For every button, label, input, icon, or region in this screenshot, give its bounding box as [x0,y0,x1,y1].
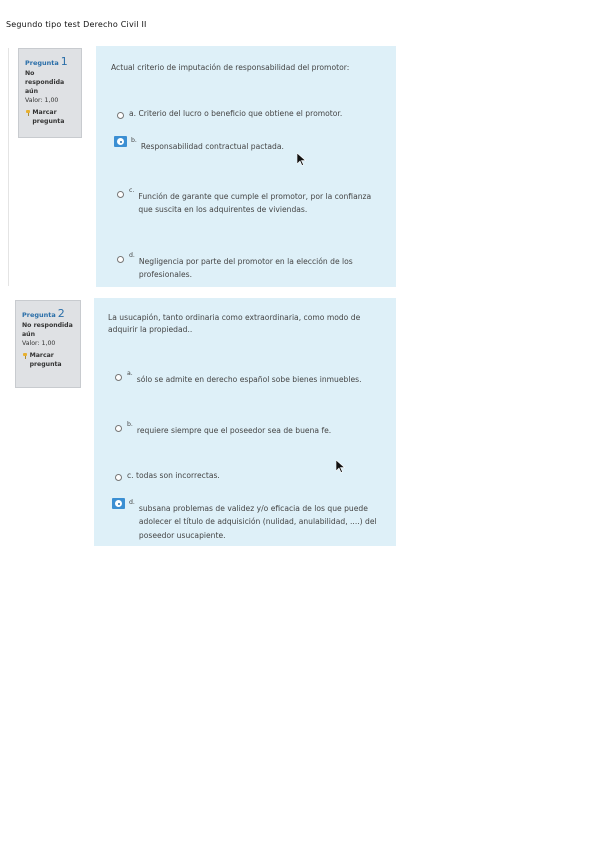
option-d[interactable]: d. subsana problemas de validez y/o efic… [112,498,394,542]
option-c[interactable]: c. todas son incorrectas. [114,469,394,482]
document-title: Segundo tipo test Derecho Civil II [6,20,147,29]
question-number: 1 [60,55,68,68]
question-text: Actual criterio de imputación de respons… [111,63,350,72]
question-state: No respondida aún [25,69,65,95]
question-text: La usucapión, tanto ordinaria como extra… [108,313,361,334]
option-b[interactable]: b. Responsabilidad contractual pactada. [114,136,384,153]
flag-question-label: Marcar pregunta [32,108,65,125]
radio-button[interactable] [116,107,125,120]
question-state: No respondida aún [22,321,73,338]
option-a[interactable]: a. sólo se admite en derecho español sob… [114,369,394,386]
radio-button[interactable] [114,420,123,433]
option-text: Criterio del lucro o beneficio que obtie… [138,109,343,118]
flag-icon [25,109,31,116]
option-letter: a. [129,109,137,118]
option-letter: b. [127,421,133,428]
radio-button[interactable] [114,369,123,382]
option-letter: c. [127,471,134,480]
option-text: Negligencia por parte del promotor en la… [138,257,353,280]
radio-button-selected[interactable] [114,136,127,147]
question-info-1: Pregunta 1 No respondida aún Valor: 1,00 … [18,48,82,138]
divider [8,48,9,286]
flag-question-button[interactable]: Marcar pregunta [25,109,75,127]
question-info-2: Pregunta 2 No respondida aún Valor: 1,00 … [15,300,81,388]
question-value: Valor: 1,00 [22,339,56,347]
option-text: Función de garante que cumple el promoto… [138,192,372,215]
option-text: requiere siempre que el poseedor sea de … [136,426,332,435]
option-text: sólo se admite en derecho español sobe b… [136,375,362,384]
question-number: 2 [57,307,65,320]
option-text: subsana problemas de validez y/o eficaci… [138,504,377,540]
option-letter: a. [127,370,133,377]
option-a[interactable]: a. Criterio del lucro o beneficio que ob… [116,107,386,120]
radio-button[interactable] [116,186,125,199]
option-letter: d. [129,499,135,506]
question-panel-1: Actual criterio de imputación de respons… [96,46,396,287]
flag-icon [22,352,27,359]
question-label: Pregunta [22,311,56,319]
question-value: Valor: 1,00 [25,96,59,104]
option-text: todas son incorrectas. [136,471,220,480]
option-letter: c. [129,187,135,194]
option-text: Responsabilidad contractual pactada. [140,142,284,151]
question-label: Pregunta [25,59,59,67]
radio-button[interactable] [114,469,123,482]
question-panel-2: La usucapión, tanto ordinaria como extra… [94,298,396,546]
radio-button-selected[interactable] [112,498,125,509]
option-c[interactable]: c. Función de garante que cumple el prom… [116,186,376,217]
flag-question-label: Marcar pregunta [29,351,62,368]
option-d[interactable]: d. Negligencia por parte del promotor en… [116,251,386,282]
option-b[interactable]: b. requiere siempre que el poseedor sea … [114,420,394,437]
option-letter: b. [131,137,137,144]
flag-question-button[interactable]: Marcar pregunta [22,352,74,370]
radio-button[interactable] [116,251,125,264]
option-letter: d. [129,252,135,259]
